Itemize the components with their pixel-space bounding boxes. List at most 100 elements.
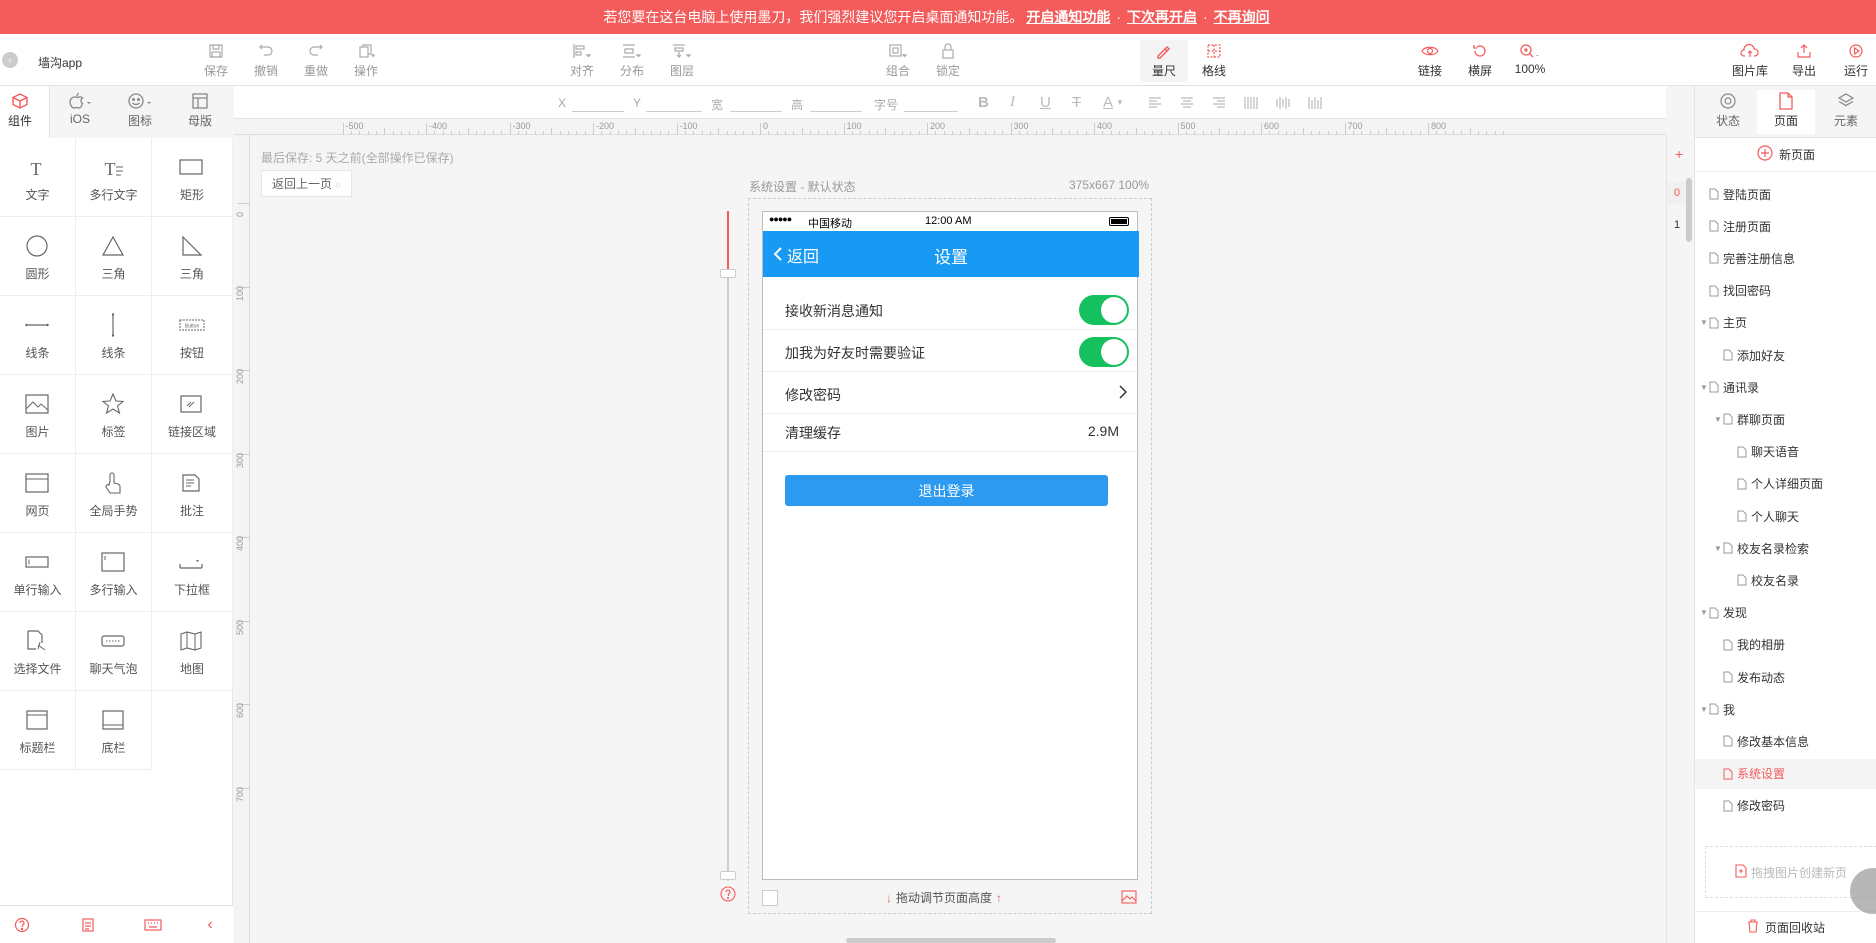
caret-down-icon[interactable]: ▼ <box>1699 705 1709 714</box>
new-page-button[interactable]: 新页面 <box>1695 138 1876 172</box>
slider-handle-top[interactable] <box>720 269 736 278</box>
footer-checkbox[interactable] <box>762 890 778 906</box>
component-button[interactable]: Button 按钮 <box>152 296 233 375</box>
page-tree-item[interactable]: 校友名录 <box>1695 565 1876 595</box>
tab-states[interactable]: 状态 <box>1699 90 1757 134</box>
page-tree-item[interactable]: ▼ 群聊页面 <box>1695 404 1876 434</box>
logout-button[interactable]: 退出登录 <box>785 475 1108 506</box>
component-multi-input[interactable]: 多行输入 <box>76 533 152 612</box>
text-color-dropdown-icon[interactable]: ▼ <box>1116 98 1124 107</box>
component-title-bar[interactable]: 标题栏 <box>0 691 76 770</box>
page-tree-item[interactable]: 个人详细页面 <box>1695 469 1876 499</box>
add-state-icon[interactable]: + <box>1675 146 1683 162</box>
export-button[interactable]: 导出 <box>1780 40 1828 82</box>
y-input[interactable] <box>646 94 702 112</box>
measure-button[interactable]: 量尺 <box>1140 40 1188 82</box>
image-library-button[interactable]: 图片库 <box>1726 40 1774 82</box>
keyboard-icon[interactable] <box>143 916 163 934</box>
page-tree-item[interactable]: 修改密码 <box>1695 791 1876 821</box>
page-tree-item[interactable]: ▼ 发现 <box>1695 598 1876 628</box>
question-icon[interactable] <box>720 886 736 902</box>
underline-button[interactable]: U <box>1040 94 1051 111</box>
lock-button[interactable]: 锁定 <box>924 40 972 82</box>
state-index-1[interactable]: 1 <box>1667 214 1687 236</box>
component-link-area[interactable]: 链接区域 <box>152 375 233 454</box>
page-tree-item[interactable]: 我的相册 <box>1695 630 1876 660</box>
text-color-button[interactable]: A <box>1103 94 1113 111</box>
setting-row-change-password[interactable]: 修改密码 <box>763 372 1139 414</box>
project-name[interactable]: 墙沟app <box>38 54 82 71</box>
caret-down-icon[interactable]: ▼ <box>1713 544 1723 553</box>
component-star-label[interactable]: 标签 <box>76 375 152 454</box>
page-tree-item[interactable]: 登陆页面 <box>1695 179 1876 209</box>
save-button[interactable]: 保存 <box>192 40 240 82</box>
page-recycle-bin-button[interactable]: 页面回收站 <box>1695 911 1876 943</box>
component-image[interactable]: 图片 <box>0 375 76 454</box>
component-horizontal-line[interactable]: 线条 <box>0 296 76 375</box>
page-tree-item[interactable]: 系统设置 <box>1695 758 1876 789</box>
component-global-gesture[interactable]: 全局手势 <box>76 454 152 533</box>
align-left-icon[interactable] <box>1148 97 1162 112</box>
distribute-button[interactable]: 分布 <box>608 40 656 82</box>
collapse-panel-icon[interactable]: ‹ <box>200 916 220 934</box>
background-image-icon[interactable] <box>1121 890 1137 907</box>
notifications-toggle[interactable] <box>1079 295 1129 325</box>
component-webpage[interactable]: 网页 <box>0 454 76 533</box>
valign-middle-icon[interactable] <box>1276 96 1290 113</box>
drag-height-handle[interactable]: ↓ 拖动调节页面高度 ↑ <box>886 889 1002 906</box>
slider-handle-bottom[interactable] <box>720 871 736 880</box>
zoom-button[interactable]: 100% <box>1506 40 1554 82</box>
component-multiline-text[interactable]: T 多行文字 <box>76 138 152 217</box>
friend-verify-toggle[interactable] <box>1079 337 1129 367</box>
enable-notification-link[interactable]: 开启通知功能 <box>1026 7 1110 27</box>
component-vertical-line[interactable]: 线条 <box>76 296 152 375</box>
page-tree-item[interactable]: ▼ 主页 <box>1695 308 1876 338</box>
height-input[interactable] <box>810 94 862 112</box>
width-input[interactable] <box>730 94 782 112</box>
x-input[interactable] <box>572 94 624 112</box>
component-file-select[interactable]: 选择文件 <box>0 612 76 691</box>
state-index-0[interactable]: 0 <box>1667 182 1687 204</box>
page-tree-item[interactable]: 完善注册信息 <box>1695 243 1876 273</box>
component-chat-bubble[interactable]: 聊天气泡 <box>76 612 152 691</box>
help-icon[interactable] <box>12 916 32 934</box>
undo-button[interactable]: 撤销 <box>242 40 290 82</box>
caret-down-icon[interactable]: ▼ <box>1699 608 1709 617</box>
group-button[interactable]: 组合 <box>874 40 922 82</box>
page-tree-item[interactable]: 发布动态 <box>1695 662 1876 692</box>
link-button[interactable]: 链接 <box>1406 40 1454 82</box>
vertical-scrollbar[interactable] <box>1686 178 1692 242</box>
never-ask-link[interactable]: 不再询问 <box>1214 7 1270 27</box>
tab-elements[interactable]: 元素 <box>1817 90 1875 134</box>
caret-down-icon[interactable]: ▼ <box>1699 383 1709 392</box>
caret-down-icon[interactable]: ▼ <box>1713 415 1723 424</box>
page-tree-item[interactable]: 注册页面 <box>1695 211 1876 241</box>
align-right-icon[interactable] <box>1212 97 1226 112</box>
component-bottom-bar[interactable]: 底栏 <box>76 691 152 770</box>
notes-icon[interactable] <box>78 916 98 934</box>
layer-button[interactable]: 图层 <box>658 40 706 82</box>
run-button[interactable]: 运行 <box>1836 40 1876 82</box>
component-right-triangle[interactable]: 三角 <box>152 217 233 296</box>
page-tree-item[interactable]: 修改基本信息 <box>1695 726 1876 756</box>
design-canvas[interactable]: 最后保存: 5 天之前(全部操作已保存) 返回上一页 ○ 系统设置 - 默认状态… <box>251 136 1666 943</box>
back-previous-page-button[interactable]: 返回上一页 ○ <box>261 170 352 197</box>
operate-button[interactable]: 操作 <box>342 40 390 82</box>
page-tree-item[interactable]: ▼ 我 <box>1695 694 1876 724</box>
setting-row-clear-cache[interactable]: 清理缓存 2.9M <box>763 414 1139 452</box>
component-text[interactable]: T 文字 <box>0 138 76 217</box>
phone-back-button[interactable]: 返回 <box>773 243 819 267</box>
redo-button[interactable]: 重做 <box>292 40 340 82</box>
component-triangle[interactable]: 三角 <box>76 217 152 296</box>
tab-components[interactable]: 组件 <box>0 90 40 132</box>
valign-bottom-icon[interactable] <box>1308 96 1322 113</box>
collapse-left-icon[interactable]: ‹ <box>2 52 18 68</box>
italic-button[interactable]: I <box>1010 94 1015 111</box>
align-button[interactable]: 对齐 <box>558 40 606 82</box>
tab-pages[interactable]: 页面 <box>1757 90 1815 134</box>
bold-button[interactable]: B <box>978 94 989 111</box>
tab-icons[interactable]: 图标 <box>112 90 168 132</box>
page-tree-item[interactable]: 添加好友 <box>1695 340 1876 370</box>
strikethrough-button[interactable]: T <box>1072 94 1081 111</box>
page-tree-item[interactable]: 个人聊天 <box>1695 501 1876 531</box>
